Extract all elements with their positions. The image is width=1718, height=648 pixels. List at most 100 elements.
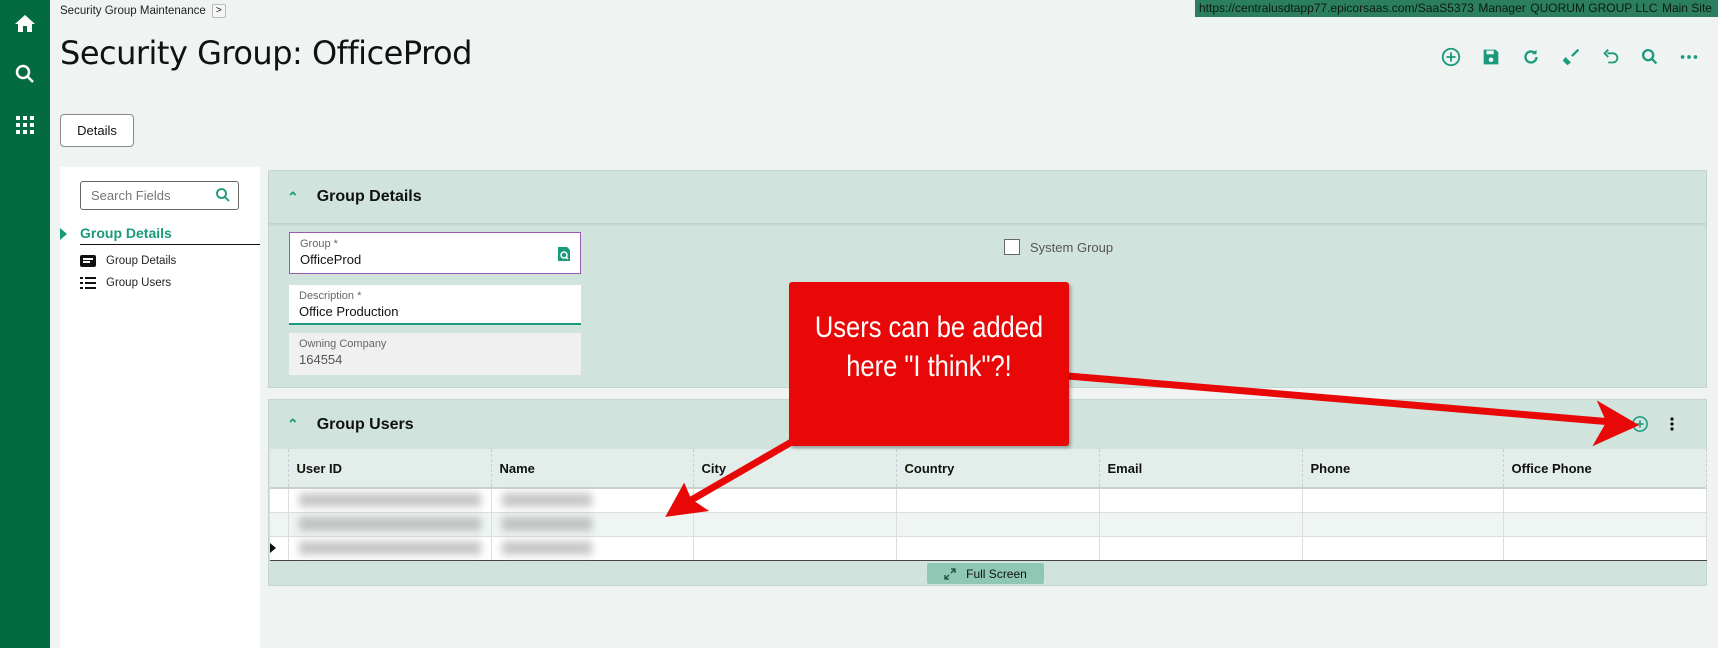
home-icon[interactable] [13,12,37,36]
url-text: https://centralusdtapp77.epicorsaas.com/… [1199,1,1474,15]
nav-item-group-users[interactable]: Group Users [80,277,171,289]
user-id-cell[interactable] [288,488,492,513]
company-text: QUORUM GROUP LLC [1530,1,1658,15]
side-nav [0,0,50,648]
more-icon[interactable] [1678,46,1700,68]
collapse-chevron-icon[interactable]: ⌃ [287,416,299,433]
search-icon[interactable] [13,62,37,86]
search-placeholder: Search Fields [91,188,171,203]
cell[interactable] [896,512,1100,537]
page-title: Security Group: OfficeProd [60,34,472,72]
description-field[interactable]: Description * Office Production [289,285,581,325]
cell[interactable] [1302,488,1504,513]
current-row-indicator-icon [270,542,276,553]
nav-item-group-details[interactable]: Group Details [80,255,176,267]
cell[interactable] [896,488,1100,513]
name-cell[interactable] [491,535,694,561]
cell[interactable] [1099,535,1303,561]
panel-title: Group Details [316,188,422,205]
nav-section-group-details[interactable]: Group Details [80,225,260,245]
group-field[interactable]: Group * OfficeProd [289,232,581,274]
apps-grid-icon[interactable] [13,113,37,137]
save-icon[interactable] [1480,46,1502,68]
full-screen-label: Full Screen [966,566,1027,581]
grid-header-row: User ID Name City Country Email Phone Of… [270,449,1707,489]
field-navigator: Search Fields Group Details Group Detail… [60,167,260,648]
annotation-text: Users can be added here "I think"?! [814,311,1044,383]
redacted-text [501,493,592,508]
list-icon [80,277,96,289]
search-icon[interactable] [1639,46,1661,68]
panel-title: Group Users [316,415,414,433]
system-group-checkbox[interactable]: System Group [1004,239,1113,255]
site-text: Main Site [1661,1,1712,15]
cell[interactable] [1302,535,1504,561]
owning-company-value: 164554 [299,352,343,367]
redacted-text [501,517,592,531]
search-icon[interactable] [214,186,232,204]
redacted-text [501,541,592,555]
full-screen-button[interactable]: Full Screen [927,563,1044,584]
expand-icon [944,567,956,580]
group-value[interactable]: OfficeProd [300,252,570,267]
environment-bar: https://centralusdtapp77.epicorsaas.com/… [1195,0,1718,17]
row-selector[interactable] [270,535,289,561]
refresh-icon[interactable] [1520,46,1542,68]
owning-company-label: Owning Company [299,338,387,350]
name-cell[interactable] [491,488,694,513]
cell[interactable] [1302,512,1504,537]
group-label: Group * [300,238,338,250]
owning-company-field: Owning Company 164554 [289,333,581,375]
cell[interactable] [1099,512,1303,537]
checkbox-box[interactable] [1004,239,1020,255]
column-header-phone[interactable]: Phone [1302,449,1504,489]
cell[interactable] [896,535,1100,561]
add-user-icon[interactable] [1631,415,1649,433]
user-id-cell[interactable] [288,535,492,561]
cell[interactable] [1503,535,1707,561]
column-header-office-phone[interactable]: Office Phone [1503,449,1707,489]
column-header-city[interactable]: City [693,449,897,489]
role-text: Manager [1478,1,1526,15]
row-selector[interactable] [270,488,289,513]
add-icon[interactable] [1440,46,1462,68]
column-header-email[interactable]: Email [1099,449,1303,489]
annotation-callout: Users can be added here "I think"?! [789,282,1069,446]
clear-icon[interactable] [1560,46,1582,68]
collapse-chevron-icon[interactable]: ⌃ [287,189,299,206]
system-group-label: System Group [1030,239,1114,255]
group-details-header[interactable]: ⌃ Group Details [269,171,1706,223]
undo-icon[interactable] [1600,46,1622,68]
row-selector[interactable] [270,512,289,537]
breadcrumb-chevron-icon[interactable]: > [211,4,226,18]
redacted-text [298,541,481,555]
cell[interactable] [1099,488,1303,513]
breadcrumb: Security Group Maintenance > [60,4,226,18]
column-header-user-id[interactable]: User ID [288,449,492,489]
description-label: Description * [299,290,362,302]
kebab-menu-icon[interactable] [1669,416,1675,432]
redacted-text [298,493,481,508]
table-row[interactable] [270,512,1707,537]
description-value[interactable]: Office Production [299,304,571,319]
column-header-name[interactable]: Name [491,449,694,489]
table-row-selected[interactable] [270,535,1707,561]
lookup-icon[interactable] [556,246,572,262]
nav-item-label: Group Details [106,255,177,267]
group-users-grid: User ID Name City Country Email Phone Of… [270,449,1707,561]
cell[interactable] [1503,512,1707,537]
cell[interactable] [1503,488,1707,513]
breadcrumb-item[interactable]: Security Group Maintenance [60,5,206,17]
row-selector-header [270,449,289,489]
search-fields-input[interactable]: Search Fields [80,181,239,210]
cell[interactable] [693,535,897,561]
cell[interactable] [693,488,897,513]
table-row[interactable] [270,488,1707,513]
cell[interactable] [693,512,897,537]
user-id-cell[interactable] [288,512,492,537]
nav-item-label: Group Users [106,277,172,289]
name-cell[interactable] [491,512,694,537]
column-header-country[interactable]: Country [896,449,1100,489]
details-button[interactable]: Details [60,114,134,147]
expand-triangle-icon[interactable] [60,228,67,240]
